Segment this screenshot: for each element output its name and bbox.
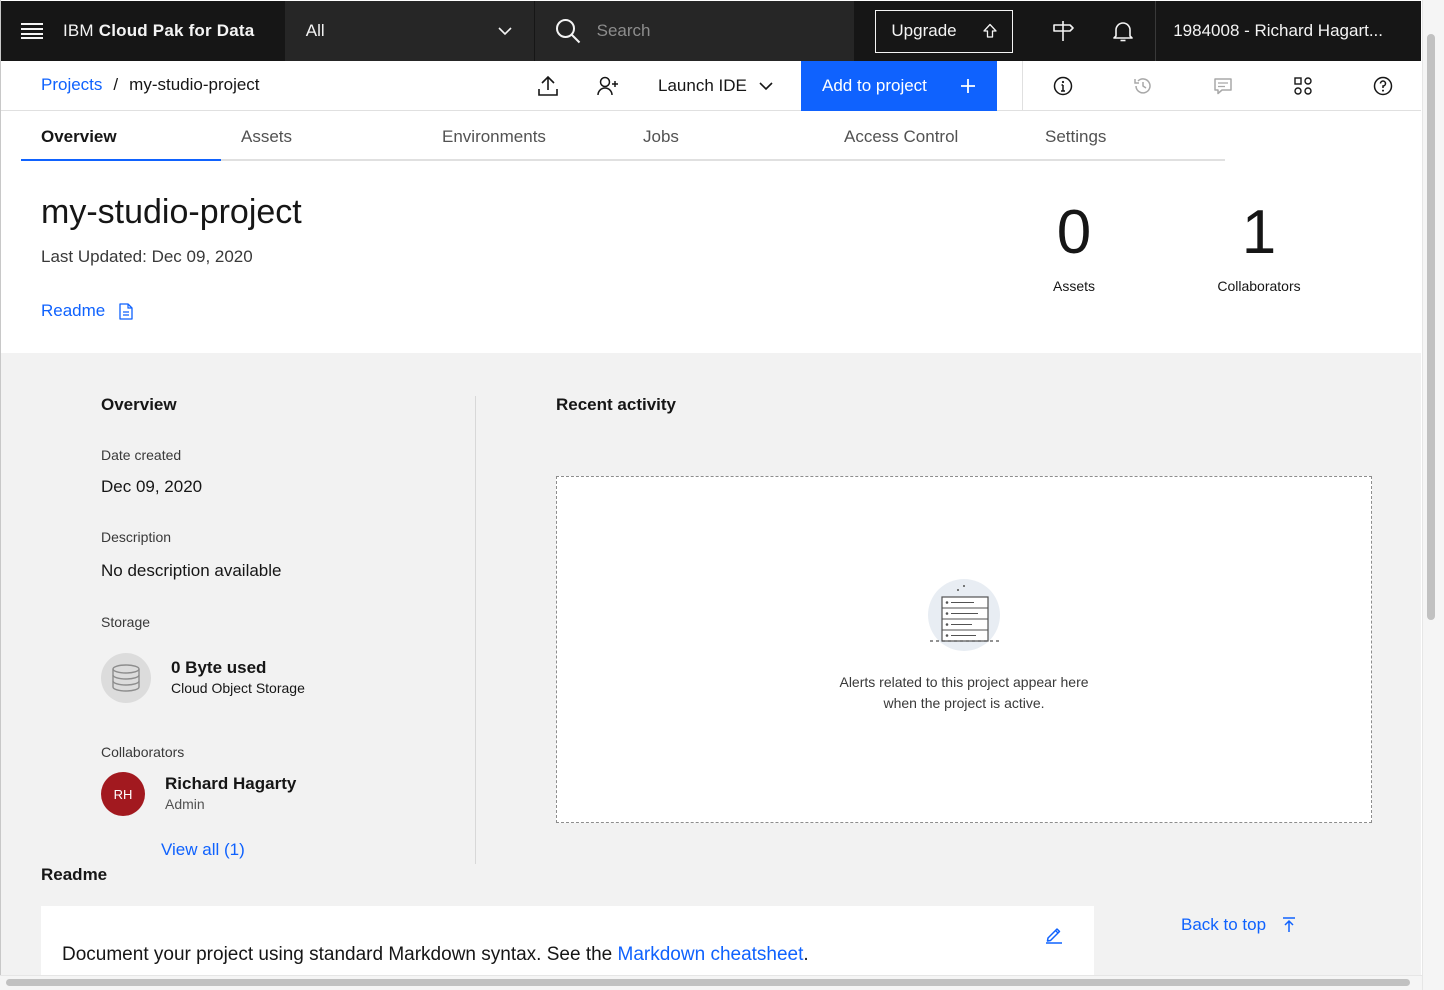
upload-icon[interactable] — [531, 61, 565, 111]
recent-activity-message-line2: when the project is active. — [883, 695, 1045, 711]
signpost-icon[interactable] — [1033, 1, 1093, 61]
search-input[interactable] — [596, 21, 817, 41]
notification-bell-icon[interactable] — [1093, 1, 1153, 61]
scope-value: All — [305, 21, 325, 40]
tab-assets[interactable]: Assets — [221, 111, 422, 161]
breadcrumb: Projects / my-studio-project — [41, 75, 260, 95]
tab-environments[interactable]: Environments — [422, 111, 623, 161]
project-tabs: Overview Assets Environments Jobs Access… — [21, 111, 1225, 161]
readme-card: Document your project using standard Mar… — [41, 906, 1094, 975]
breadcrumb-projects-link[interactable]: Projects — [41, 75, 102, 95]
column-divider — [475, 396, 476, 864]
collaborators-label: Collaborators — [101, 744, 185, 760]
view-all-collaborators-link[interactable]: View all (1) — [161, 840, 245, 860]
empty-activity-illustration-icon — [926, 577, 1004, 658]
global-header: IBM Cloud Pak for Data All Upgrade 19840… — [1, 1, 1421, 61]
info-icon[interactable] — [1046, 61, 1080, 111]
readme-text-after: . — [803, 944, 809, 965]
breadcrumb-separator: / — [113, 75, 119, 94]
launch-ide-label: Launch IDE — [658, 76, 747, 95]
collaborators-stat[interactable]: 1 Collaborators — [1204, 198, 1314, 294]
add-to-project-label: Add to project — [822, 76, 927, 95]
readme-link-label: Readme — [41, 301, 106, 320]
breadcrumb-current: my-studio-project — [129, 75, 260, 94]
arrow-up-to-top-icon — [1283, 917, 1296, 932]
back-to-top-label: Back to top — [1181, 915, 1267, 934]
add-collaborator-icon[interactable] — [591, 61, 625, 111]
last-updated: Last Updated: Dec 09, 2020 — [41, 247, 253, 266]
collaborator-name: Richard Hagarty — [165, 774, 297, 793]
tab-access-control[interactable]: Access Control — [824, 111, 1025, 161]
collaborators-count: 1 — [1241, 198, 1277, 267]
toolbar-divider — [1022, 61, 1023, 111]
menu-icon[interactable] — [1, 1, 63, 61]
storage-used: 0 Byte used — [171, 658, 267, 677]
brand-name: Cloud Pak for Data — [98, 21, 255, 40]
window-edge — [0, 0, 1, 975]
description-label: Description — [101, 529, 172, 545]
assets-count: 0 — [1056, 198, 1092, 267]
date-created-label: Date created — [101, 447, 182, 463]
search-bar[interactable] — [534, 1, 855, 61]
description-value: No description available — [101, 561, 282, 580]
project-toolbar: Projects / my-studio-project Launch IDE … — [1, 61, 1421, 111]
avatar: RH — [101, 772, 145, 816]
readme-link[interactable]: Readme — [41, 301, 133, 321]
recent-activity-heading: Recent activity — [556, 395, 676, 414]
plus-icon — [961, 79, 975, 93]
launch-ide-dropdown[interactable]: Launch IDE — [642, 61, 773, 111]
chevron-down-icon — [759, 81, 773, 90]
recent-activity-message-line1: Alerts related to this project appear he… — [839, 674, 1089, 690]
readme-text: Document your project using standard Mar… — [62, 944, 809, 966]
project-title: my-studio-project — [41, 193, 302, 231]
tab-jobs[interactable]: Jobs — [623, 111, 824, 161]
recent-activity-message: Alerts related to this project appear he… — [557, 672, 1371, 714]
upgrade-button[interactable]: Upgrade — [875, 9, 1014, 53]
readme-text-before: Document your project using standard Mar… — [62, 944, 618, 965]
readme-heading: Readme — [41, 865, 108, 884]
collaborator-role: Admin — [165, 796, 205, 812]
assets-stat-label: Assets — [1052, 278, 1095, 294]
brand-prefix: IBM — [62, 21, 94, 40]
edit-pencil-icon[interactable] — [1044, 924, 1064, 949]
document-icon — [119, 302, 133, 320]
recent-activity-empty-state: Alerts related to this project appear he… — [556, 476, 1372, 823]
storage-type: Cloud Object Storage — [171, 680, 305, 696]
search-icon — [555, 19, 580, 44]
back-to-top-link[interactable]: Back to top — [1181, 915, 1296, 935]
tab-settings[interactable]: Settings — [1025, 111, 1225, 161]
history-icon[interactable] — [1126, 61, 1160, 111]
upgrade-arrow-icon — [983, 23, 997, 38]
overview-heading: Overview — [101, 395, 177, 414]
storage-label: Storage — [101, 614, 151, 630]
apps-icon[interactable] — [1286, 61, 1320, 111]
help-icon[interactable] — [1366, 61, 1400, 111]
tab-overview[interactable]: Overview — [21, 111, 221, 161]
chevron-down-icon — [498, 26, 512, 35]
vertical-scrollbar-thumb[interactable] — [1427, 34, 1435, 620]
add-to-project-button[interactable]: Add to project — [801, 61, 997, 111]
upgrade-label: Upgrade — [891, 21, 957, 40]
scope-dropdown[interactable]: All — [284, 1, 535, 61]
markdown-cheatsheet-link[interactable]: Markdown cheatsheet — [618, 944, 804, 965]
account-switcher[interactable]: 1984008 - Richard Hagart... — [1155, 1, 1421, 61]
horizontal-scrollbar-thumb[interactable] — [6, 979, 1410, 986]
comments-icon[interactable] — [1206, 61, 1240, 111]
product-name[interactable]: IBM Cloud Pak for Data — [63, 21, 285, 41]
assets-stat[interactable]: 0 Assets — [1034, 198, 1114, 294]
collaborators-stat-label: Collaborators — [1217, 278, 1301, 294]
storage-database-icon — [101, 653, 151, 703]
date-created-value: Dec 09, 2020 — [101, 477, 203, 496]
